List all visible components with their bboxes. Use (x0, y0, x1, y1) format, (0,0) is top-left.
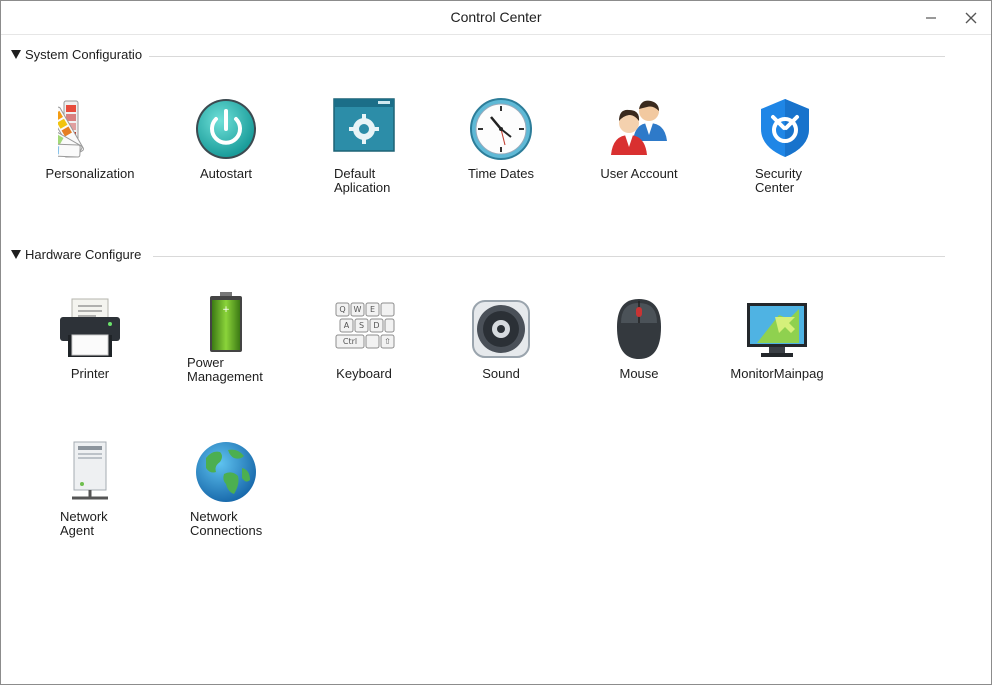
section-divider (153, 256, 945, 257)
title-bar: Control Center (1, 1, 991, 35)
monitor-icon (747, 303, 807, 357)
item-monitor[interactable]: MonitorMainpag (715, 297, 835, 407)
item-label: Time Dates (468, 166, 534, 181)
item-label: Keyboard (336, 366, 392, 381)
mouse-icon (617, 299, 661, 359)
svg-text:⇧: ⇧ (384, 337, 391, 346)
item-printer[interactable]: Printer (28, 297, 148, 407)
item-keyboard[interactable]: QWE ASD Ctrl ⇧ Keyboard (302, 297, 422, 407)
battery-icon: + (210, 292, 242, 352)
globe-icon (196, 442, 256, 502)
personalization-icon (58, 100, 84, 158)
section-header-hardware[interactable]: Hardware Configure (9, 247, 949, 265)
network-agent-icon (72, 441, 108, 500)
item-autostart[interactable]: Autostart (164, 97, 284, 207)
item-label: Sound (482, 366, 520, 381)
clock-icon (470, 98, 532, 160)
item-default-application[interactable]: Default Aplication (302, 97, 422, 207)
close-icon (965, 12, 977, 24)
keyboard-icon: QWE ASD Ctrl ⇧ (335, 302, 395, 349)
minimize-button[interactable] (919, 7, 943, 29)
svg-text:W: W (354, 305, 362, 314)
svg-text:Q: Q (339, 305, 345, 314)
close-button[interactable] (959, 7, 983, 29)
item-label: Autostart (199, 166, 253, 181)
window-title: Control Center (450, 9, 542, 25)
svg-text:A: A (344, 321, 350, 330)
item-label: User Account (600, 166, 678, 181)
autostart-icon (196, 99, 256, 159)
svg-text:Ctrl: Ctrl (343, 337, 357, 346)
speaker-icon (472, 300, 530, 358)
item-label: Power Management (187, 355, 263, 384)
section-divider (149, 56, 945, 57)
printer-icon (60, 298, 120, 357)
svg-text:E: E (370, 305, 375, 314)
svg-text:+: + (222, 305, 230, 315)
item-mouse[interactable]: Mouse (577, 297, 697, 407)
user-account-icon (611, 100, 667, 155)
item-label: Printer (70, 366, 110, 381)
item-power-management[interactable]: + Power Management (164, 290, 284, 400)
item-label: Mouse (619, 366, 659, 381)
svg-text:S: S (359, 321, 364, 330)
item-network-agent[interactable]: Network Agent (28, 440, 148, 550)
item-network-connections[interactable]: Network Connections (164, 440, 284, 550)
collapse-arrow-icon[interactable] (11, 250, 21, 259)
default-application-icon (333, 98, 395, 152)
control-center-window: Control Center System Configuratio Perso… (0, 0, 992, 685)
item-label: Personalization (45, 166, 135, 181)
item-label: Network Connections (190, 509, 263, 538)
item-time-dates[interactable]: Time Dates (439, 97, 559, 207)
item-label: Network Agent (60, 509, 108, 538)
item-label: MonitorMainpag (730, 366, 824, 381)
security-shield-icon (761, 99, 809, 157)
section-header-system[interactable]: System Configuratio (9, 47, 949, 65)
item-label: Security Center (755, 166, 802, 195)
item-security-center[interactable]: Security Center (723, 97, 843, 207)
item-user-account[interactable]: User Account (577, 97, 697, 207)
section-title: System Configuratio (25, 47, 145, 62)
item-label: Default Aplication (334, 166, 391, 195)
collapse-arrow-icon[interactable] (11, 50, 21, 59)
section-title: Hardware Configure (25, 247, 144, 262)
item-personalization[interactable]: Personalization (28, 97, 148, 207)
svg-text:D: D (373, 321, 379, 330)
item-sound[interactable]: Sound (439, 297, 559, 407)
minimize-icon (926, 17, 936, 19)
